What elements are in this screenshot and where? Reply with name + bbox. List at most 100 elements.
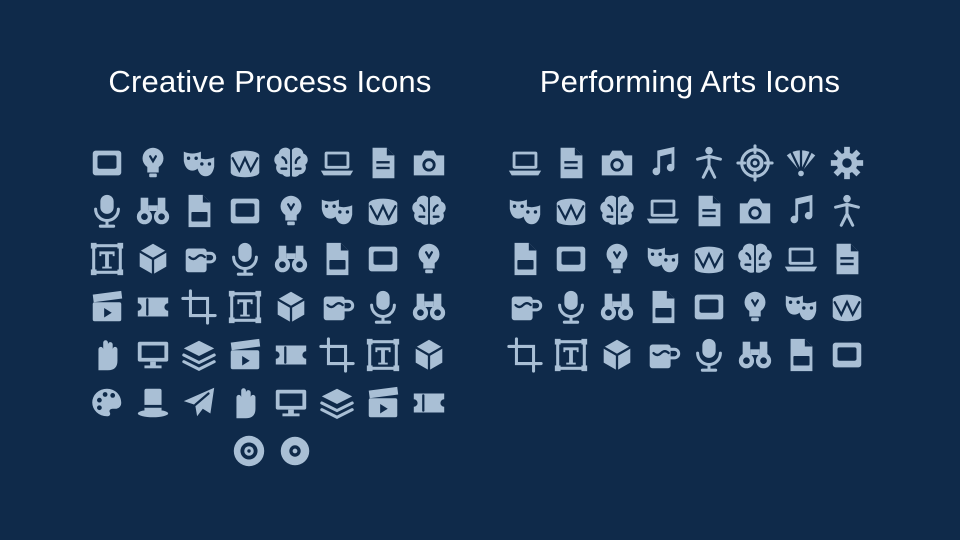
paper-plane-hand-icon: [272, 240, 310, 278]
art-supplies-icon: [226, 240, 264, 278]
megaphone-icon: [782, 240, 820, 278]
popcorn-icon: [736, 240, 774, 278]
open-book-board-icon: [598, 192, 636, 230]
lightbulb-pen-icon: [180, 192, 218, 230]
drum-icon: [736, 192, 774, 230]
typewriter-icon: [552, 192, 590, 230]
flower-bouquet-icon: [782, 144, 820, 182]
scroll-icon: [552, 288, 590, 326]
stage-curtains-icon: [506, 192, 544, 230]
dancer-kick-icon: [552, 336, 590, 374]
icon-row: [506, 288, 874, 327]
icon-row: [88, 288, 456, 327]
framed-painting-icon: [598, 288, 636, 326]
target-icon: [180, 384, 218, 422]
ai-file-icon: [364, 384, 402, 422]
icon-row: [506, 336, 874, 375]
creative-process-icon-grid: [88, 144, 456, 480]
clapperboard-icon: [552, 240, 590, 278]
violin-icon: [690, 336, 728, 374]
icon-row: [88, 192, 456, 231]
tickets-icon: [644, 240, 682, 278]
crop-icon: [276, 432, 314, 470]
music-notes-icon: [644, 288, 682, 326]
icon-row: [88, 144, 456, 183]
document-gear-icon: [134, 336, 172, 374]
museum-icon: [506, 288, 544, 326]
diamond-icon: [226, 192, 264, 230]
icon-row: [88, 336, 456, 375]
coffee-cup-icon: [226, 288, 264, 326]
performing-arts-title: Performing Arts Icons: [539, 64, 841, 99]
ink-bottle-icon: [88, 240, 126, 278]
gear-pen-icon: [318, 240, 356, 278]
grand-piano-icon: [828, 336, 866, 374]
printer-icon: [134, 384, 172, 422]
icon-row: [88, 432, 456, 471]
icon-row: [506, 144, 874, 183]
eraser-icon: [134, 240, 172, 278]
binoculars-icon: [598, 336, 636, 374]
compass-drawing-icon: [88, 144, 126, 182]
puzzle-icon: [272, 144, 310, 182]
dancer-pose-icon: [644, 336, 682, 374]
video-editor-icon: [272, 192, 310, 230]
icon-row: [506, 192, 874, 231]
film-camera-icon: [644, 192, 682, 230]
floppy-disk-icon: [226, 336, 264, 374]
easel-icon: [180, 288, 218, 326]
film-reel-icon: [828, 240, 866, 278]
theater-masks-icon: [506, 144, 544, 182]
palette-icon: [552, 144, 590, 182]
lyre-icon: [598, 144, 636, 182]
devices-icon: [410, 288, 448, 326]
3d-cube-icon: [410, 384, 448, 422]
image-frame-icon: [410, 336, 448, 374]
camera-icon: [272, 288, 310, 326]
ballet-shoes-icon: [828, 144, 866, 182]
performing-arts-icon-grid: [506, 144, 874, 384]
design-folder-icon: [134, 288, 172, 326]
cubes-icon: [180, 144, 218, 182]
highlighter-icon: [272, 336, 310, 374]
headphones-icon: [180, 336, 218, 374]
text-tool-icon: [134, 192, 172, 230]
picture-frame-icon: [506, 336, 544, 374]
rope-barrier-icon: [782, 336, 820, 374]
tablet-design-icon: [410, 192, 448, 230]
masquerade-mask-icon: [690, 144, 728, 182]
desk-lamp-icon: [410, 240, 448, 278]
laptop-design-icon: [88, 384, 126, 422]
crossed-sticks-icon: [782, 192, 820, 230]
design-document-icon: [364, 144, 402, 182]
speaker-icon: [690, 192, 728, 230]
idea-pen-icon: [272, 384, 310, 422]
mouse-icon: [364, 288, 402, 326]
vinyl-disc-icon: [690, 288, 728, 326]
sound-mixer-icon: [318, 192, 356, 230]
icon-row: [88, 384, 456, 423]
column-icon: [782, 288, 820, 326]
cactus-pot-icon: [364, 240, 402, 278]
mug-paint-icon: [180, 240, 218, 278]
creative-process-title: Creative Process Icons: [108, 64, 432, 99]
award-statue-icon: [690, 240, 728, 278]
top-hat-icon: [598, 240, 636, 278]
hand-fan-icon: [736, 144, 774, 182]
psd-file-icon: [364, 336, 402, 374]
ink-quill-icon: [644, 144, 682, 182]
color-wheel-icon: [226, 144, 264, 182]
ball-gown-icon: [736, 288, 774, 326]
waving-hand-icon: [828, 288, 866, 326]
layers-icon: [318, 288, 356, 326]
sketchbook-icon: [88, 288, 126, 326]
brain-icon: [226, 384, 264, 422]
pen-monitor-icon: [410, 144, 448, 182]
eye-frame-icon: [318, 144, 356, 182]
director-chair-icon: [828, 192, 866, 230]
head-gear-icon: [364, 192, 402, 230]
icon-row: [88, 240, 456, 279]
pen-tool-icon: [88, 192, 126, 230]
magnifier-design-icon: [88, 336, 126, 374]
code-window-icon: [318, 336, 356, 374]
